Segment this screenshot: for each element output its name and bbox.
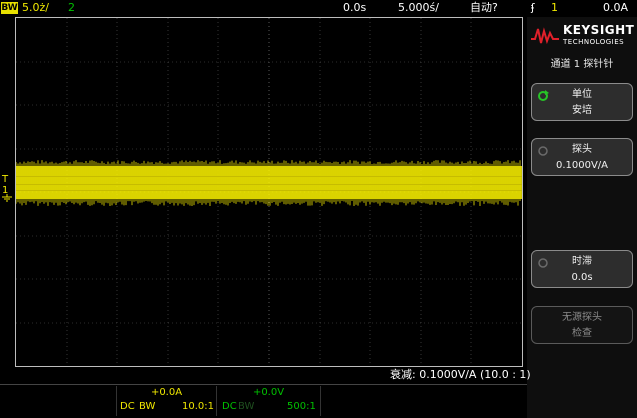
status-bar: BW 5.0ż/ 2 0.0s 5.000ś/ 自动? ʄ 1 0.0A [0, 0, 637, 17]
info-divider [320, 386, 321, 416]
waveform-display[interactable] [15, 17, 523, 367]
logo-sub: TECHNOLOGIES [563, 38, 625, 46]
softkey-passive-probe-value: 检查 [572, 328, 592, 339]
softkey-units-value: 安培 [572, 105, 592, 116]
ch1-band-texture [16, 176, 522, 177]
trigger-level[interactable]: 0.0A [603, 1, 628, 15]
softkey-probe-label: 探头 [572, 144, 592, 155]
softkey-skew[interactable]: 时滞 0.0s [531, 250, 633, 288]
ch2-offset: +0.0V [252, 387, 285, 398]
softkey-skew-label: 时滞 [572, 256, 592, 267]
ch1-coupling: DC [120, 401, 135, 412]
bottom-divider [0, 384, 527, 385]
ch1-band-texture [16, 190, 522, 191]
ch2-ratio: 500:1 [287, 401, 316, 412]
keysight-wave-icon [531, 27, 559, 45]
time-delay[interactable]: 0.0s [343, 1, 366, 15]
ch2-coupling: DC [222, 401, 237, 412]
trigger-level-marker[interactable]: T [2, 175, 8, 185]
ground-icon [2, 194, 12, 202]
ch1-ratio: 10.0:1 [182, 401, 214, 412]
bw-limit-badge: BW [1, 2, 18, 14]
softkey-panel [527, 17, 637, 418]
ch2-info-box[interactable]: +0.0V DC BW 500:1 [216, 386, 320, 416]
softkey-units[interactable]: 单位 安培 [531, 83, 633, 121]
trigger-mode[interactable]: 自动? [470, 1, 498, 15]
softkey-probe[interactable]: 探头 0.1000V/A [531, 138, 633, 176]
softkey-skew-value: 0.0s [571, 272, 593, 283]
ch1-band-texture [16, 184, 522, 185]
ch1-info-box[interactable]: +0.0A DC BW 10.0:1 [116, 386, 216, 416]
softkey-passive-probe-label: 无源探头 [562, 312, 602, 323]
ch1-offset: +0.0A [150, 387, 183, 398]
ch1-waveform [16, 160, 522, 206]
ch1-scale[interactable]: 5.0ż/ [22, 1, 49, 15]
logo-brand: KEYSIGHT [563, 23, 635, 37]
softkey-probe-value: 0.1000V/A [555, 160, 609, 171]
ch2-bw: BW [238, 401, 255, 412]
menu-title: 通道 1 探针针 [550, 59, 614, 70]
trigger-icon: ʄ [531, 1, 535, 14]
ch1-bw: BW [139, 401, 156, 412]
keysight-logo: KEYSIGHT TECHNOLOGIES [527, 17, 637, 53]
attenuation-readout: 衰减: 0.1000V/A (10.0 : 1) [390, 368, 531, 381]
ch1-noise-spikes [16, 160, 521, 206]
ch2-label[interactable]: 2 [68, 1, 75, 15]
softkey-units-label: 单位 [572, 89, 592, 100]
trigger-source[interactable]: 1 [551, 1, 558, 15]
time-scale[interactable]: 5.000ś/ [398, 1, 439, 15]
softkey-passive-probe-check[interactable]: 无源探头 检查 [531, 306, 633, 344]
